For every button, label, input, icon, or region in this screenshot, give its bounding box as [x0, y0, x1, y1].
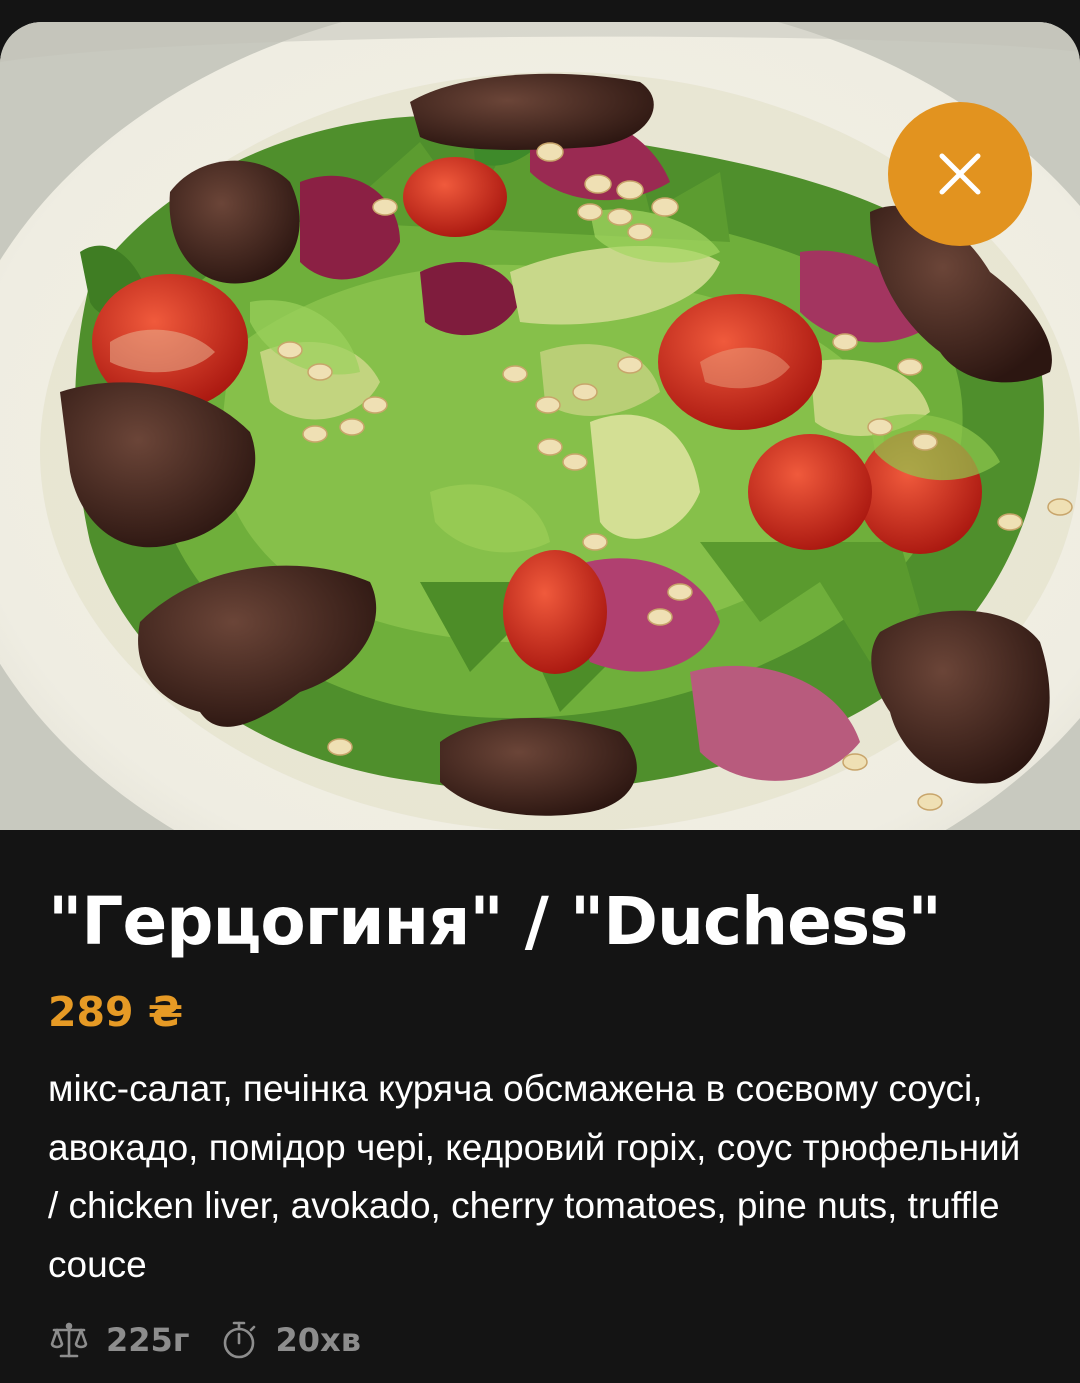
cook-time-info: 20хв: [218, 1319, 361, 1361]
dish-description: мікс-салат, печінка куряча обсмажена в с…: [48, 1068, 1021, 1285]
dish-title: "Герцогиня" / "Duchess": [48, 883, 942, 960]
close-icon: [939, 153, 981, 195]
dish-detail-sheet: "Герцогиня" / "Duchess" 289 ₴ мікс-салат…: [0, 0, 1080, 1383]
close-button[interactable]: [888, 102, 1032, 246]
dish-price: 289 ₴: [48, 988, 184, 1036]
cook-time-value: 20хв: [275, 1321, 361, 1359]
weight-value: 225г: [106, 1321, 190, 1359]
dish-meta: 225г 20хв: [48, 1312, 361, 1368]
dish-photo: [0, 22, 1080, 830]
scale-icon: [48, 1319, 90, 1361]
stopwatch-icon: [218, 1319, 260, 1361]
weight-info: 225г: [48, 1319, 190, 1361]
